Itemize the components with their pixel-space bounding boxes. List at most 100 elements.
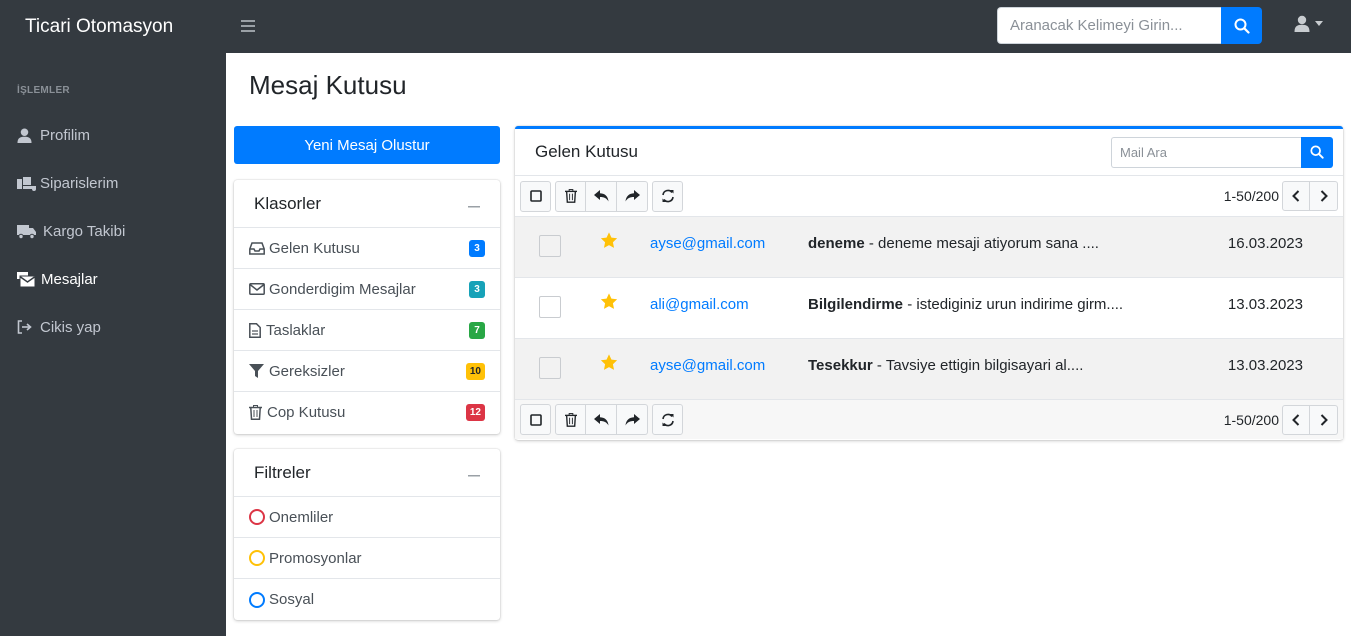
mail-date: 16.03.2023 [1227, 235, 1303, 252]
filter-label: Promosyonlar [269, 549, 362, 567]
count-badge: 3 [469, 240, 485, 257]
reply-button[interactable] [586, 180, 617, 212]
main-content: Mesaj Kutusu Yeni Mesaj Olustur Klasorle… [226, 53, 1351, 636]
sidebar-item-label: Siparislerim [40, 174, 119, 192]
sidebar-item-cikis-yap[interactable]: Cikis yap [0, 303, 226, 351]
chevron-right-icon [1320, 190, 1328, 202]
select-all-button[interactable] [520, 180, 551, 212]
filters-title: Filtreler [254, 462, 311, 482]
reply-icon [593, 413, 608, 425]
forward-button[interactable] [617, 404, 648, 435]
sidebar-item-siparislerim[interactable]: Siparislerim [0, 159, 226, 207]
sidebar-item-label: Cikis yap [40, 318, 101, 336]
mail-preview: - deneme mesaji atiyorum sana .... [864, 235, 1099, 252]
mail-checkbox[interactable] [539, 357, 561, 379]
folders-title: Klasorler [254, 193, 322, 213]
sidebar-item-profilim[interactable]: Profilim [0, 111, 226, 159]
dolly-icon [17, 176, 40, 191]
reply-button[interactable] [586, 404, 617, 435]
select-all-button[interactable] [520, 404, 551, 435]
filter-item-sosyal[interactable]: Sosyal [234, 579, 500, 620]
filter-item-promosyonlar[interactable]: Promosyonlar [234, 538, 500, 579]
mail-sender[interactable]: ayse@gmail.com [650, 235, 765, 252]
mail-row[interactable]: ali@gmail.com Bilgilendirme - istedigini… [515, 277, 1343, 338]
forward-button[interactable] [617, 180, 648, 212]
next-page-button[interactable] [1310, 181, 1338, 211]
sidebar-item-label: Kargo Takibi [43, 222, 126, 240]
sidebar-item-kargo-takibi[interactable]: Kargo Takibi [0, 207, 226, 255]
collapse-minus-icon[interactable] [468, 464, 480, 482]
filter-item-onemliler[interactable]: Onemliler [234, 497, 500, 538]
sidebar-item-label: Profilim [40, 126, 91, 144]
top-navbar: Ticari Otomasyon [0, 0, 1351, 53]
mail-search-input[interactable] [1111, 136, 1301, 168]
mail-subject: deneme - deneme mesaji atiyorum sana ...… [808, 235, 1099, 252]
refresh-button[interactable] [652, 404, 683, 435]
count-badge: 12 [465, 404, 485, 421]
mail-row[interactable]: ayse@gmail.com Tesekkur - Tavsiye ettigi… [515, 338, 1343, 399]
delete-button[interactable] [555, 180, 586, 212]
prev-page-button[interactable] [1282, 181, 1310, 211]
folder-item-cop-kutusu[interactable]: Cop Kutusu 12 [234, 392, 500, 433]
user-icon [17, 127, 40, 143]
filters-card: Filtreler Onemliler Promosyonlar Sosyal [234, 449, 500, 620]
next-page-button[interactable] [1310, 405, 1338, 435]
mail-toolbar-bottom: 1-50/200 [515, 399, 1343, 439]
truck-icon [17, 224, 43, 239]
share-icon [625, 190, 640, 202]
mail-actions-group [555, 404, 648, 435]
mail-search-button[interactable] [1301, 136, 1333, 168]
mail-subject-title: deneme [808, 235, 865, 252]
folder-label: Cop Kutusu [267, 404, 346, 421]
mail-preview: - Tavsiye ettigin bilgisayari al.... [872, 357, 1084, 374]
circle-icon [249, 509, 265, 525]
filter-label: Sosyal [269, 591, 315, 608]
navbar-search-button[interactable] [1221, 7, 1262, 44]
star-icon[interactable] [600, 293, 618, 314]
mail-row[interactable]: ayse@gmail.com deneme - deneme mesaji at… [515, 216, 1343, 277]
folder-label: Gereksizler [269, 362, 345, 380]
star-icon[interactable] [600, 232, 618, 253]
chevron-left-icon [1292, 190, 1300, 202]
star-icon[interactable] [600, 354, 618, 375]
mail-sender[interactable]: ayse@gmail.com [650, 357, 765, 374]
folder-item-taslaklar[interactable]: Taslaklar 7 [234, 310, 500, 351]
pager-range: 1-50/200 [1223, 412, 1279, 428]
folder-item-gelen-kutusu[interactable]: Gelen Kutusu 3 [234, 228, 500, 269]
sync-icon [661, 413, 674, 426]
inbox-header: Gelen Kutusu [515, 129, 1343, 176]
brand-title[interactable]: Ticari Otomasyon [0, 16, 226, 38]
navbar-search-input[interactable] [997, 7, 1221, 44]
inbox-icon [249, 241, 269, 255]
square-icon [529, 413, 542, 426]
navbar-search [997, 7, 1262, 44]
sidebar-item-mesajlar[interactable]: Mesajlar [0, 255, 226, 303]
inbox-title: Gelen Kutusu [535, 142, 639, 161]
pagination: 1-50/200 [1224, 405, 1338, 435]
mail-date: 13.03.2023 [1227, 357, 1303, 374]
collapse-minus-icon[interactable] [468, 195, 480, 213]
user-menu-button[interactable] [1294, 15, 1323, 32]
refresh-button[interactable] [652, 180, 683, 212]
mail-preview: - istediginiz urun indirime girm.... [903, 296, 1124, 313]
envelope-icon [249, 283, 269, 295]
delete-button[interactable] [555, 404, 586, 435]
prev-page-button[interactable] [1282, 405, 1310, 435]
count-badge: 10 [465, 363, 485, 380]
chevron-left-icon [1292, 414, 1300, 426]
hamburger-menu-icon[interactable] [241, 17, 255, 37]
compose-message-button[interactable]: Yeni Mesaj Olustur [234, 126, 500, 164]
trash-icon [564, 412, 577, 427]
folder-item-gereksizler[interactable]: Gereksizler 10 [234, 351, 500, 392]
chevron-down-icon [1315, 21, 1323, 26]
folder-item-gonderdigim-mesajlar[interactable]: Gonderdigim Mesajlar 3 [234, 269, 500, 310]
mail-checkbox[interactable] [539, 296, 561, 318]
mail-actions-group [555, 180, 648, 212]
mail-sender[interactable]: ali@gmail.com [650, 296, 749, 313]
search-icon [1310, 145, 1324, 159]
mail-checkbox[interactable] [539, 235, 561, 257]
pagination: 1-50/200 [1224, 181, 1338, 211]
circle-icon [249, 550, 265, 566]
filter-label: Onemliler [269, 508, 334, 526]
mail-date: 13.03.2023 [1227, 296, 1303, 313]
